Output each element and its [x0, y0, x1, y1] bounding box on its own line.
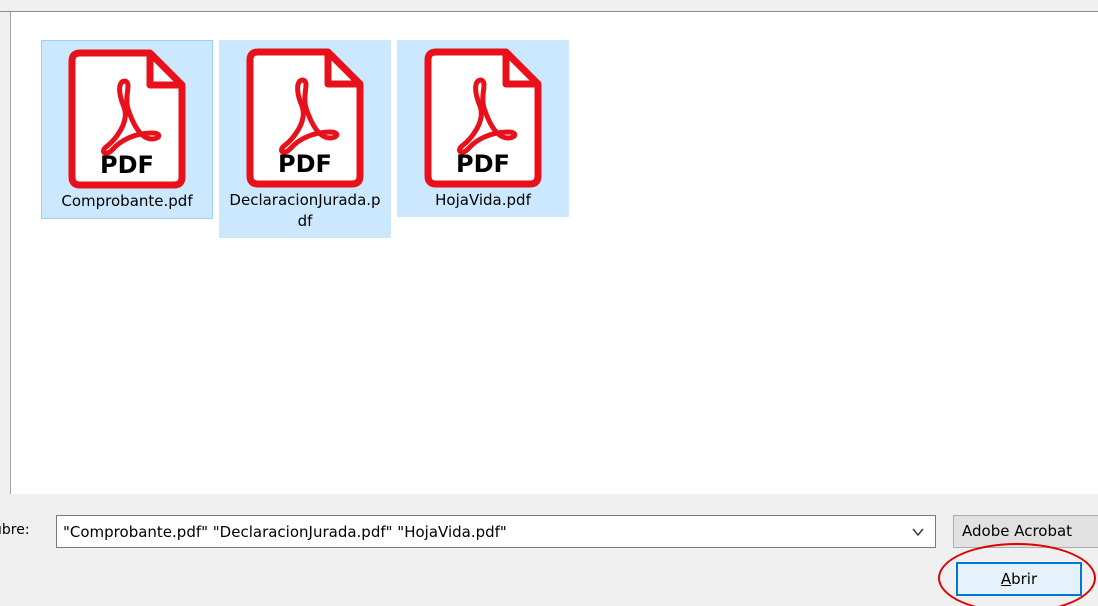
pdf-file-icon: PDF [68, 49, 186, 189]
file-list-pane[interactable]: PDF Comprobante.pdf PDF DeclaracionJurad… [10, 12, 1098, 494]
pdf-icon-label: PDF [278, 150, 332, 178]
filename-combobox[interactable]: "Comprobante.pdf" "DeclaracionJurada.pdf… [56, 515, 936, 548]
file-item-comprobante[interactable]: PDF Comprobante.pdf [41, 40, 213, 219]
filename-input[interactable]: "Comprobante.pdf" "DeclaracionJurada.pdf… [63, 523, 507, 541]
file-open-dialog: PDF Comprobante.pdf PDF DeclaracionJurad… [0, 0, 1098, 606]
open-button[interactable]: Abrir [956, 562, 1082, 596]
open-button-label: brir [1011, 570, 1038, 588]
pdf-icon-label: PDF [456, 150, 510, 178]
file-item-hojavida[interactable]: PDF HojaVida.pdf [397, 40, 569, 217]
file-name: HojaVida.pdf [435, 191, 531, 209]
file-type-select[interactable]: Adobe Acrobat [953, 515, 1098, 548]
file-name: DeclaracionJurada.pdf [229, 191, 381, 230]
chevron-down-icon[interactable] [911, 525, 925, 539]
filename-label: ıbre: [0, 522, 30, 538]
pdf-icon-label: PDF [100, 151, 154, 179]
open-button-accelerator: A [1000, 570, 1012, 588]
file-item-declaracionjurada[interactable]: PDF DeclaracionJurada.pdf [219, 40, 391, 238]
pdf-file-icon: PDF [246, 48, 364, 188]
pdf-file-icon: PDF [424, 48, 542, 188]
file-name: Comprobante.pdf [61, 192, 193, 210]
